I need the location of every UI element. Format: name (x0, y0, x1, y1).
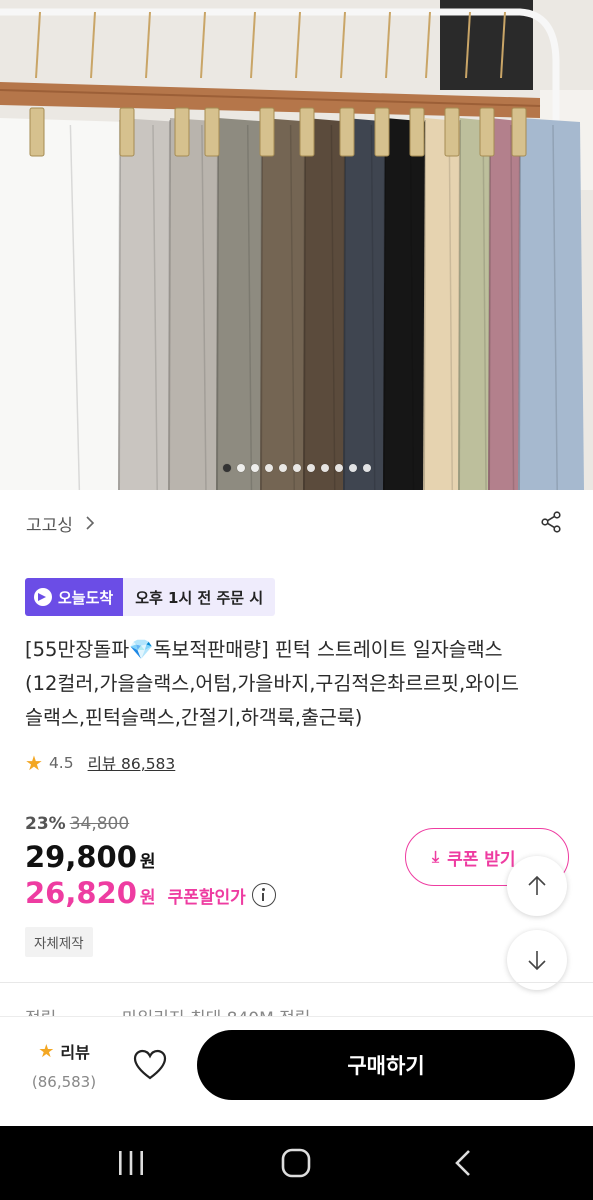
rating-value: 4.5 (48, 754, 74, 772)
carousel-dot (278, 464, 287, 472)
carousel-indicator (0, 464, 593, 472)
carousel-dot (236, 464, 245, 472)
delivery-condition: 오후 1시 전 주문 시 (123, 578, 276, 616)
back-icon (455, 1150, 470, 1176)
carousel-dot (334, 464, 343, 472)
sale-price-line: 29,800 원 (25, 840, 156, 874)
discount-line: 23% 34,800 (25, 814, 129, 834)
chevron-right-icon (86, 516, 95, 530)
coupon-price-unit: 원 (139, 888, 156, 908)
arrow-right-circle-icon (34, 588, 52, 606)
sale-price-unit: 원 (139, 852, 156, 872)
scroll-top-button[interactable] (507, 856, 567, 916)
original-price: 34,800 (69, 814, 130, 834)
bottom-action-bar: ★ 리뷰 (86,583) 구매하기 (0, 1016, 593, 1126)
star-icon: ★ (38, 1040, 55, 1062)
section-divider (0, 982, 593, 983)
title-line: (12컬러,가을슬랙스,어텀,가을바지,구김적은촤르르핏,와이드 (25, 672, 519, 695)
carousel-dot (320, 464, 329, 472)
title-line: 슬랙스,핀턱슬랙스,간절기,하객룩,출근룩) (25, 706, 363, 729)
home-button[interactable] (256, 1126, 336, 1200)
product-image[interactable] (0, 0, 593, 490)
delivery-badge: 오늘도착 오후 1시 전 주문 시 (25, 578, 276, 616)
title-line: [55만장돌파💎독보적판매량] 핀턱 스트레이트 일자슬랙스 (25, 638, 503, 661)
self-made-tag: 자체제작 (25, 927, 93, 957)
carousel-dot (250, 464, 259, 472)
system-nav-bar (0, 1126, 593, 1200)
store-name[interactable]: 고고싱 (26, 511, 73, 536)
product-title: [55만장돌파💎독보적판매량] 핀턱 스트레이트 일자슬랙스 (12컬러,가을슬… (25, 633, 577, 735)
recent-apps-button[interactable] (91, 1126, 171, 1200)
review-label: 리뷰 (60, 1043, 90, 1062)
share-icon[interactable] (539, 510, 563, 534)
review-link[interactable]: 리뷰 86,583 (88, 752, 176, 774)
arrow-down-icon (528, 951, 546, 971)
carousel-dot (362, 464, 371, 472)
heart-icon[interactable] (133, 1049, 167, 1081)
review-summary[interactable]: ★ 리뷰 (86,583) (24, 1039, 104, 1092)
carousel-dot (348, 464, 357, 472)
store-row[interactable]: 고고싱 (0, 500, 593, 546)
discount-rate: 23% (25, 814, 66, 834)
scroll-bottom-button[interactable] (507, 930, 567, 990)
arrow-up-icon (528, 875, 546, 895)
back-button[interactable] (423, 1126, 503, 1200)
rating-row: ★ 4.5 리뷰 86,583 (25, 751, 175, 775)
carousel-dot (306, 464, 315, 472)
coupon-price-line: 26,820 원 쿠폰할인가 (25, 876, 276, 910)
recent-apps-icon (119, 1151, 143, 1175)
coupon-price: 26,820 (25, 876, 137, 910)
pants-rack-photo (0, 0, 593, 490)
carousel-dot (222, 464, 231, 472)
download-icon: ⤓ (432, 847, 440, 866)
coupon-price-label: 쿠폰할인가 (167, 888, 246, 908)
buy-button[interactable]: 구매하기 (197, 1030, 575, 1100)
info-icon[interactable] (251, 883, 276, 907)
sale-price: 29,800 (25, 840, 137, 874)
carousel-dot (292, 464, 301, 472)
today-delivery-label: 오늘도착 (25, 578, 124, 616)
star-icon: ★ (25, 751, 43, 775)
review-count: (86,583) (31, 1073, 97, 1091)
home-icon (281, 1148, 311, 1178)
carousel-dot (264, 464, 273, 472)
